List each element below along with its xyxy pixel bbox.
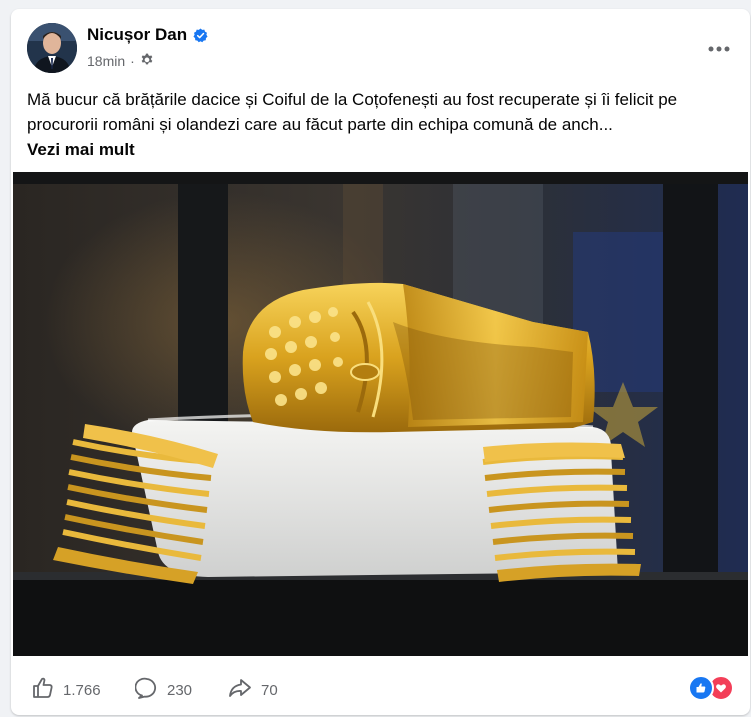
more-options-button[interactable] xyxy=(702,31,736,65)
author-row: Nicușor Dan xyxy=(87,25,208,45)
post-header: Nicușor Dan 18min · xyxy=(11,9,750,79)
post-photo[interactable] xyxy=(13,172,748,656)
reactions-summary[interactable] xyxy=(688,675,734,701)
verified-badge-icon xyxy=(193,27,208,43)
like-reaction-icon xyxy=(688,675,714,701)
author-name[interactable]: Nicușor Dan xyxy=(87,25,187,45)
post-meta: 18min · xyxy=(87,52,154,69)
more-horizontal-icon xyxy=(708,39,730,57)
gear-icon[interactable] xyxy=(140,52,154,69)
author-avatar[interactable] xyxy=(27,23,77,73)
share-arrow-icon xyxy=(227,676,253,704)
post-body: Mă bucur că brățările dacice și Coiful d… xyxy=(27,90,678,134)
thumbs-up-icon xyxy=(31,676,55,704)
post-card: Nicușor Dan 18min · Mă bucur că brățăril… xyxy=(11,9,750,715)
comment-button[interactable]: 230 xyxy=(134,676,193,704)
comment-bubble-icon xyxy=(134,676,159,704)
share-count: 70 xyxy=(261,681,278,699)
meta-separator: · xyxy=(130,52,135,69)
comment-count: 230 xyxy=(167,681,193,699)
share-button[interactable]: 70 xyxy=(227,676,278,704)
like-button[interactable]: 1.766 xyxy=(31,676,101,704)
post-time[interactable]: 18min xyxy=(87,53,125,69)
like-count: 1.766 xyxy=(63,681,101,699)
see-more-link[interactable]: Vezi mai mult xyxy=(27,140,135,159)
post-actions: 1.766 230 70 xyxy=(11,662,750,714)
post-text: Mă bucur că brățările dacice și Coiful d… xyxy=(27,87,727,162)
